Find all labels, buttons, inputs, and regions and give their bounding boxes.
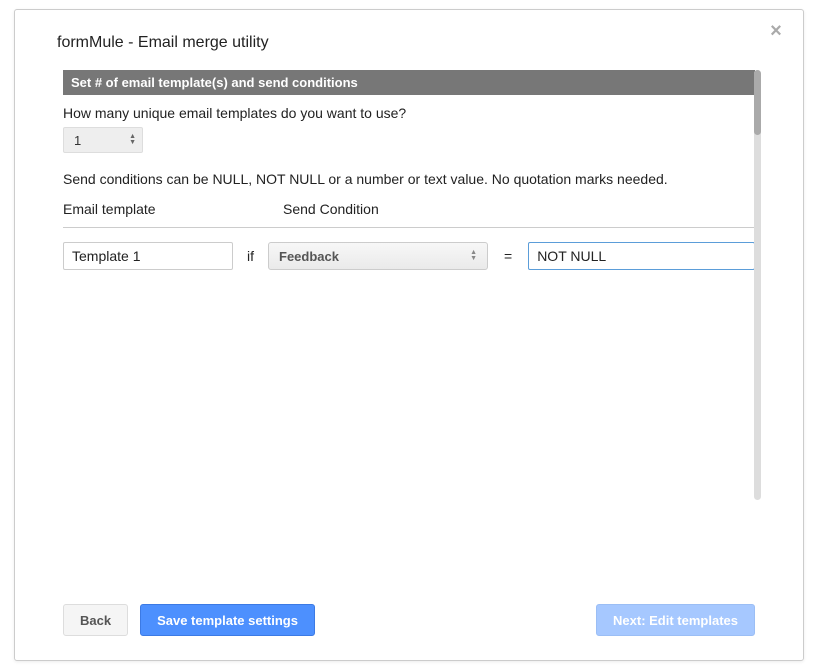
close-icon[interactable]: ×: [767, 22, 785, 40]
scrollbar[interactable]: [754, 70, 761, 500]
equals-label: =: [498, 248, 518, 264]
condition-hint: Send conditions can be NULL, NOT NULL or…: [63, 171, 755, 187]
button-row: Back Save template settings Next: Edit t…: [63, 604, 755, 636]
col-send-condition: Send Condition: [283, 201, 379, 217]
condition-value-input[interactable]: [528, 242, 755, 270]
section-header: Set # of email template(s) and send cond…: [63, 70, 755, 95]
template-count-select[interactable]: 1 ▲▼: [63, 127, 143, 153]
next-edit-templates-button[interactable]: Next: Edit templates: [596, 604, 755, 636]
content-area: Set # of email template(s) and send cond…: [63, 70, 755, 535]
column-headers: Email template Send Condition: [63, 201, 755, 217]
stepper-arrows-icon: ▲▼: [129, 134, 136, 146]
save-template-settings-button[interactable]: Save template settings: [140, 604, 315, 636]
condition-field-value: Feedback: [279, 249, 339, 264]
condition-field-select[interactable]: Feedback ▲▼: [268, 242, 488, 270]
scroll-area: Set # of email template(s) and send cond…: [63, 70, 755, 535]
template-name-input[interactable]: [63, 242, 233, 270]
dialog-title: formMule - Email merge utility: [15, 10, 803, 70]
template-row: if Feedback ▲▼ =: [63, 242, 755, 270]
col-email-template: Email template: [63, 201, 283, 217]
divider: [63, 227, 755, 228]
select-arrows-icon: ▲▼: [470, 250, 477, 262]
dialog-container: × formMule - Email merge utility Set # o…: [14, 9, 804, 661]
template-count-value: 1: [74, 133, 81, 148]
template-count-question: How many unique email templates do you w…: [63, 105, 755, 121]
if-label: if: [243, 248, 258, 264]
back-button[interactable]: Back: [63, 604, 128, 636]
scrollbar-thumb[interactable]: [754, 70, 761, 135]
